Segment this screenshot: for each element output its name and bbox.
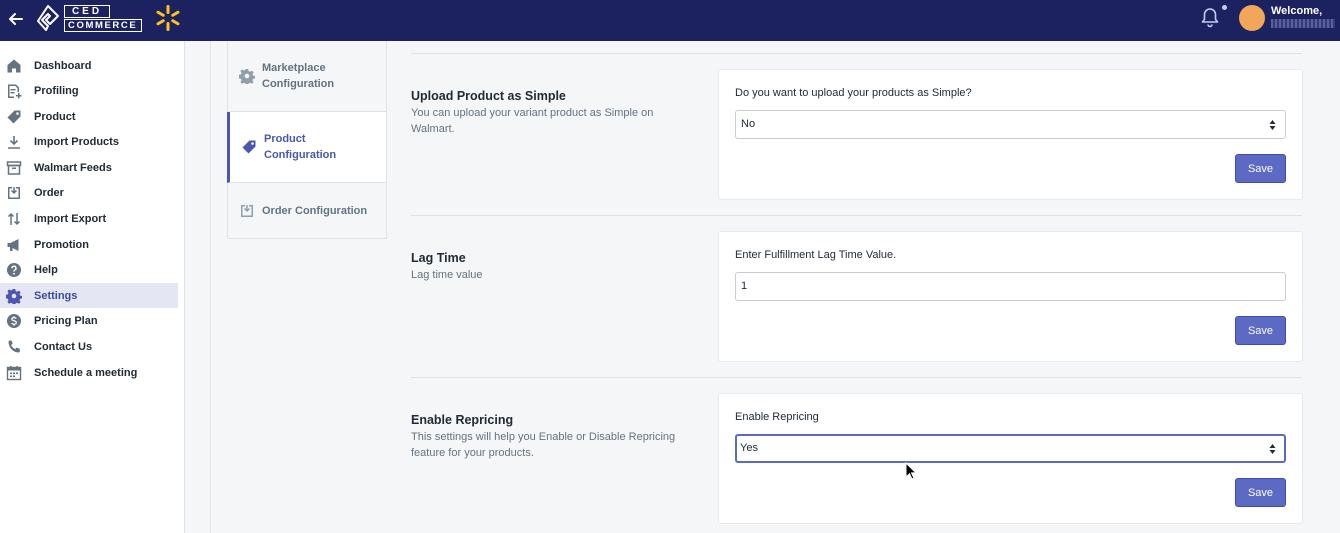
sidebar-item-label: Import Products [34,135,119,148]
top-bar: CED COMMERCE Welcome, [0,0,1340,41]
notification-dot [1221,4,1228,11]
help-icon [7,262,21,277]
select-arrows-icon [1269,444,1276,454]
welcome-text: Welcome, [1271,5,1323,17]
tab-marketplace-configuration[interactable]: Marketplace Configuration [227,41,387,112]
section-divider [411,215,1302,216]
input-value: 1 [741,280,748,292]
sidebar-item-dashboard[interactable]: Dashboard [0,53,178,78]
sidebar-item-product[interactable]: Product [0,104,178,129]
sidebar-item-label: Schedule a meeting [34,366,138,379]
tab-label: Product Configuration [264,133,337,161]
dollar-icon [7,313,21,328]
gear-icon [6,288,22,304]
sidebar-item-label: Contact Us [34,340,93,353]
logo-text: CED COMMERCE [64,4,142,32]
tag-icon [242,140,256,154]
select-arrows-icon [1269,120,1276,130]
section-description-lag-time: Lag time value [411,269,483,281]
download-icon [8,135,20,149]
save-button-enable-repricing[interactable]: Save [1235,478,1286,507]
walmart-spark-icon [156,5,180,31]
logo-text-ced: CED [64,4,110,18]
sidebar-item-contact-us[interactable]: Contact Us [0,334,178,359]
sidebar-item-schedule-meeting[interactable]: Schedule a meeting [0,360,178,385]
sidebar-item-label: Settings [34,289,78,302]
sidebar-item-help[interactable]: Help [0,257,178,282]
sidebar-item-import-export[interactable]: Import Export [0,206,178,231]
enable-repricing-card: Enable Repricing Yes Save [718,393,1303,524]
back-arrow-icon[interactable] [6,9,26,29]
mouse-cursor-icon [905,462,917,480]
settings-tabs: Marketplace Configuration Product Config… [227,41,387,239]
enable-repricing-label: Enable Repricing [735,411,819,423]
select-value: Yes [740,442,758,454]
sidebar-item-label: Profiling [34,84,79,97]
enable-repricing-select[interactable]: Yes [735,434,1286,463]
logo-text-commerce: COMMERCE [64,18,142,32]
lag-time-card: Enter Fulfillment Lag Time Value. 1 Save [718,231,1303,362]
redacted-user-name [1271,19,1335,28]
user-avatar[interactable] [1239,5,1265,31]
cedcommerce-logo-mark-icon [37,5,59,31]
tab-label: Marketplace Configuration [262,62,335,90]
sidebar-item-pricing-plan[interactable]: Pricing Plan [0,308,178,333]
gear-icon [239,69,255,84]
notification-bell-icon[interactable] [1199,6,1221,28]
inbox-icon [8,186,20,199]
section-title-upload-simple: Upload Product as Simple [411,89,566,103]
section-title-lag-time: Lag Time [411,251,466,265]
upload-simple-label: Do you want to upload your products as S… [735,87,972,99]
sidebar-item-settings[interactable]: Settings [0,283,178,308]
tag-icon [7,110,21,123]
lag-time-input[interactable]: 1 [735,272,1286,301]
upload-simple-card: Do you want to upload your products as S… [718,69,1303,200]
upload-simple-select[interactable]: No [735,110,1286,139]
sidebar-item-label: Import Export [34,212,107,225]
select-value: No [741,118,756,130]
sidebar-item-profiling[interactable]: Profiling [0,78,178,103]
archive-icon [6,160,22,175]
section-description-enable-repricing: This settings will help you Enable or Di… [411,431,676,459]
home-icon [7,59,21,72]
sidebar-item-label: Pricing Plan [34,314,98,327]
save-button-upload-simple[interactable]: Save [1235,154,1286,183]
sidebar-item-label: Promotion [34,238,89,251]
sidebar-item-label: Order [34,186,64,199]
lag-time-label: Enter Fulfillment Lag Time Value. [735,249,897,261]
sidebar-item-label: Dashboard [34,59,92,72]
inbox-icon [241,204,253,217]
swap-icon [7,212,21,225]
tab-label: Order Configuration [262,204,368,217]
section-title-enable-repricing: Enable Repricing [411,413,514,427]
sidebar-item-import-products[interactable]: Import Products [0,129,178,154]
save-button-lag-time[interactable]: Save [1235,316,1286,345]
sidebar-item-order[interactable]: Order [0,180,178,205]
sidebar-item-label: Help [34,263,58,276]
sidebar-item-walmart-feeds[interactable]: Walmart Feeds [0,155,178,180]
calendar-icon [6,365,22,380]
section-description-upload-simple: You can upload your variant product as S… [411,107,654,135]
tab-product-configuration[interactable]: Product Configuration [227,112,387,183]
section-divider [411,53,1302,54]
sidebar-item-label: Walmart Feeds [34,161,112,174]
sidebar-item-promotion[interactable]: Promotion [0,232,178,257]
sidebar-item-label: Product [34,110,76,123]
product-configuration-content: Upload Product as Simple You can upload … [397,41,1314,533]
cedcommerce-logo[interactable]: CED COMMERCE [36,4,142,32]
phone-icon [8,340,20,352]
profile-icon [8,84,22,98]
megaphone-icon [7,238,19,251]
tab-order-configuration[interactable]: Order Configuration [227,183,387,239]
sidebar: Dashboard Profiling Product Import Produ… [0,41,185,533]
content-gutter [185,41,211,533]
section-divider [411,377,1302,378]
